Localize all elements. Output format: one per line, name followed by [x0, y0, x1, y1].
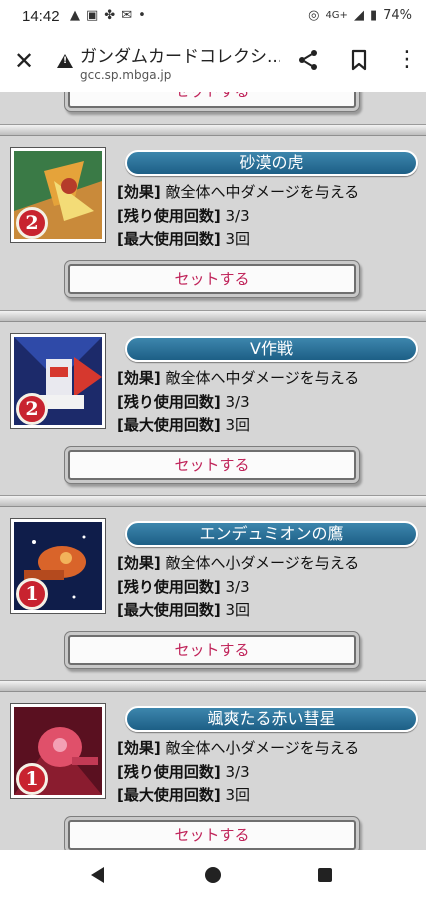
- share-icon[interactable]: [296, 48, 320, 76]
- dot-icon: •: [138, 8, 152, 23]
- remaining-line: [残り使用回数] 3/3: [117, 576, 250, 597]
- rank-badge: 2: [16, 207, 48, 239]
- remaining-value: 3/3: [225, 393, 250, 411]
- effect-value: 敵全体へ小ダメージを与える: [165, 739, 360, 757]
- card-list[interactable]: セットする 2 砂漠の虎 [効果] 敵全体へ中ダメージを与える [残り使用回数]…: [0, 92, 426, 850]
- set-button[interactable]: セットする: [68, 820, 356, 850]
- max-line: [最大使用回数] 3回: [117, 784, 250, 805]
- effect-line: [効果] 敵全体へ小ダメージを与える: [117, 737, 359, 758]
- effect-value: 敵全体へ小ダメージを与える: [165, 554, 360, 572]
- card-name: エンデュミオンの鷹: [125, 521, 418, 547]
- tv-icon: ▣: [86, 8, 105, 23]
- divider: [0, 310, 426, 322]
- set-button[interactable]: セットする: [68, 635, 356, 665]
- back-icon[interactable]: [91, 867, 104, 883]
- effect-label: [効果]: [117, 183, 161, 201]
- remaining-line: [残り使用回数] 3/3: [117, 761, 250, 782]
- card-item: 1 颯爽たる赤い彗星 [効果] 敵全体へ小ダメージを与える [残り使用回数] 3…: [0, 692, 426, 850]
- remaining-label: [残り使用回数]: [117, 763, 221, 781]
- card-item: 1 エンデュミオンの鷹 [効果] 敵全体へ小ダメージを与える [残り使用回数] …: [0, 507, 426, 683]
- card-thumbnail[interactable]: 1: [10, 703, 106, 799]
- rank-badge: 2: [16, 393, 48, 425]
- bookmark-icon[interactable]: [347, 48, 371, 76]
- signal-icon: ◢: [353, 8, 364, 23]
- browser-toolbar: ✕ ガンダムカードコレクシ... gcc.sp.mbga.jp ⋮: [0, 34, 426, 93]
- more-options-icon[interactable]: ⋮: [396, 48, 418, 72]
- effect-line: [効果] 敵全体へ小ダメージを与える: [117, 552, 359, 573]
- card-item: 2 V作戦 [効果] 敵全体へ中ダメージを与える [残り使用回数] 3/3 [最…: [0, 322, 426, 498]
- effect-label: [効果]: [117, 739, 161, 757]
- battery-percent: 74%: [383, 8, 412, 23]
- max-line: [最大使用回数] 3回: [117, 228, 250, 249]
- card-thumbnail[interactable]: 2: [10, 333, 106, 429]
- divider: [0, 124, 426, 136]
- network-type: 4G+: [325, 10, 348, 21]
- close-icon[interactable]: ✕: [14, 49, 34, 73]
- card-thumbnail[interactable]: 2: [10, 147, 106, 243]
- remaining-label: [残り使用回数]: [117, 578, 221, 596]
- status-bar: 14:42 ▲▣✤✉• ◎ 4G+ ◢ ▮ 74%: [0, 0, 426, 34]
- remaining-value: 3/3: [225, 207, 250, 225]
- card-thumbnail[interactable]: 1: [10, 518, 106, 614]
- max-line: [最大使用回数] 3回: [117, 599, 250, 620]
- max-label: [最大使用回数]: [117, 786, 221, 804]
- max-value: 3回: [225, 786, 251, 804]
- divider: [0, 680, 426, 692]
- max-value: 3回: [225, 230, 251, 248]
- card-name: V作戦: [125, 336, 418, 362]
- effect-label: [効果]: [117, 369, 161, 387]
- battery-icon: ▮: [369, 8, 378, 23]
- system-icons: ◎ 4G+ ◢ ▮ 74%: [308, 8, 412, 23]
- max-label: [最大使用回数]: [117, 416, 221, 434]
- status-time: 14:42: [22, 8, 60, 25]
- max-label: [最大使用回数]: [117, 230, 221, 248]
- warning-icon: ▲: [70, 8, 86, 23]
- notification-icons: ▲▣✤✉•: [70, 8, 152, 23]
- remaining-line: [残り使用回数] 3/3: [117, 391, 250, 412]
- system-nav-bar: [0, 850, 426, 900]
- data-saver-icon: ◎: [308, 8, 320, 23]
- pinwheel-icon: ✤: [104, 8, 122, 23]
- effect-line: [効果] 敵全体へ中ダメージを与える: [117, 181, 359, 202]
- card-name: 颯爽たる赤い彗星: [125, 706, 418, 732]
- effect-label: [効果]: [117, 554, 161, 572]
- page-title[interactable]: ガンダムカードコレクシ...: [80, 42, 280, 67]
- set-button[interactable]: セットする: [68, 264, 356, 294]
- remaining-value: 3/3: [225, 763, 250, 781]
- page-url[interactable]: gcc.sp.mbga.jp: [80, 68, 171, 82]
- home-icon[interactable]: [205, 867, 221, 883]
- not-secure-icon[interactable]: [57, 54, 73, 68]
- card-item: 2 砂漠の虎 [効果] 敵全体へ中ダメージを与える [残り使用回数] 3/3 […: [0, 136, 426, 312]
- remaining-label: [残り使用回数]: [117, 393, 221, 411]
- effect-line: [効果] 敵全体へ中ダメージを与える: [117, 367, 359, 388]
- mail-icon: ✉: [121, 8, 139, 23]
- rank-badge: 1: [16, 578, 48, 610]
- effect-value: 敵全体へ中ダメージを与える: [165, 369, 360, 387]
- recents-icon[interactable]: [318, 868, 332, 882]
- divider: [0, 495, 426, 507]
- max-label: [最大使用回数]: [117, 601, 221, 619]
- max-line: [最大使用回数] 3回: [117, 414, 250, 435]
- remaining-value: 3/3: [225, 578, 250, 596]
- rank-badge: 1: [16, 763, 48, 795]
- max-value: 3回: [225, 601, 251, 619]
- max-value: 3回: [225, 416, 251, 434]
- card-name: 砂漠の虎: [125, 150, 418, 176]
- effect-value: 敵全体へ中ダメージを与える: [165, 183, 360, 201]
- set-button-partial[interactable]: セットする: [68, 92, 356, 108]
- remaining-line: [残り使用回数] 3/3: [117, 205, 250, 226]
- remaining-label: [残り使用回数]: [117, 207, 221, 225]
- set-button[interactable]: セットする: [68, 450, 356, 480]
